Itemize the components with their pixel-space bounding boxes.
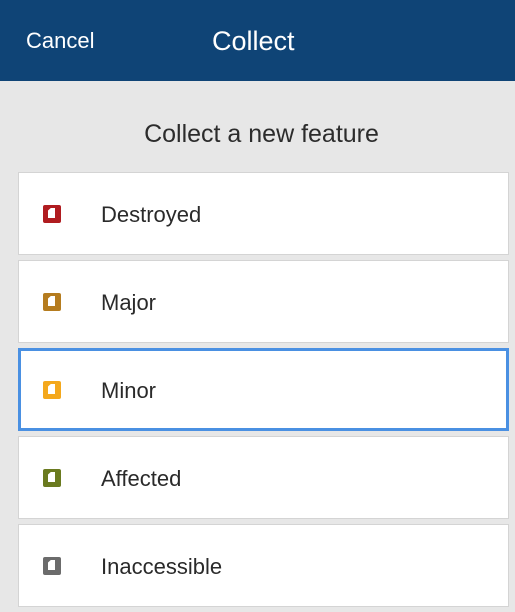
destroyed-building-icon [43, 205, 61, 223]
nav-bar: Cancel Collect [0, 0, 515, 81]
feature-item-major[interactable]: Major [18, 260, 509, 343]
feature-item-affected[interactable]: Affected [18, 436, 509, 519]
feature-item-label: Destroyed [101, 202, 202, 227]
feature-item-label: Inaccessible [101, 554, 223, 579]
affected-building-icon [43, 469, 61, 487]
feature-item-destroyed[interactable]: Destroyed [18, 172, 509, 255]
page-title: Collect [212, 26, 295, 56]
feature-item-label: Affected [101, 466, 182, 491]
section-header: Collect a new feature [0, 81, 515, 172]
feature-item-inaccessible[interactable]: Inaccessible [18, 524, 509, 607]
inaccessible-building-icon [43, 557, 61, 575]
cancel-button[interactable]: Cancel [26, 28, 94, 54]
section-header-text: Collect a new feature [144, 120, 379, 148]
feature-item-label: Minor [101, 378, 157, 403]
minor-damage-building-icon [43, 381, 61, 399]
feature-list: Destroyed Major Minor Affected Inaccessi… [18, 172, 509, 612]
major-damage-building-icon [43, 293, 61, 311]
feature-item-minor[interactable]: Minor [18, 348, 509, 431]
feature-item-label: Major [101, 290, 157, 315]
